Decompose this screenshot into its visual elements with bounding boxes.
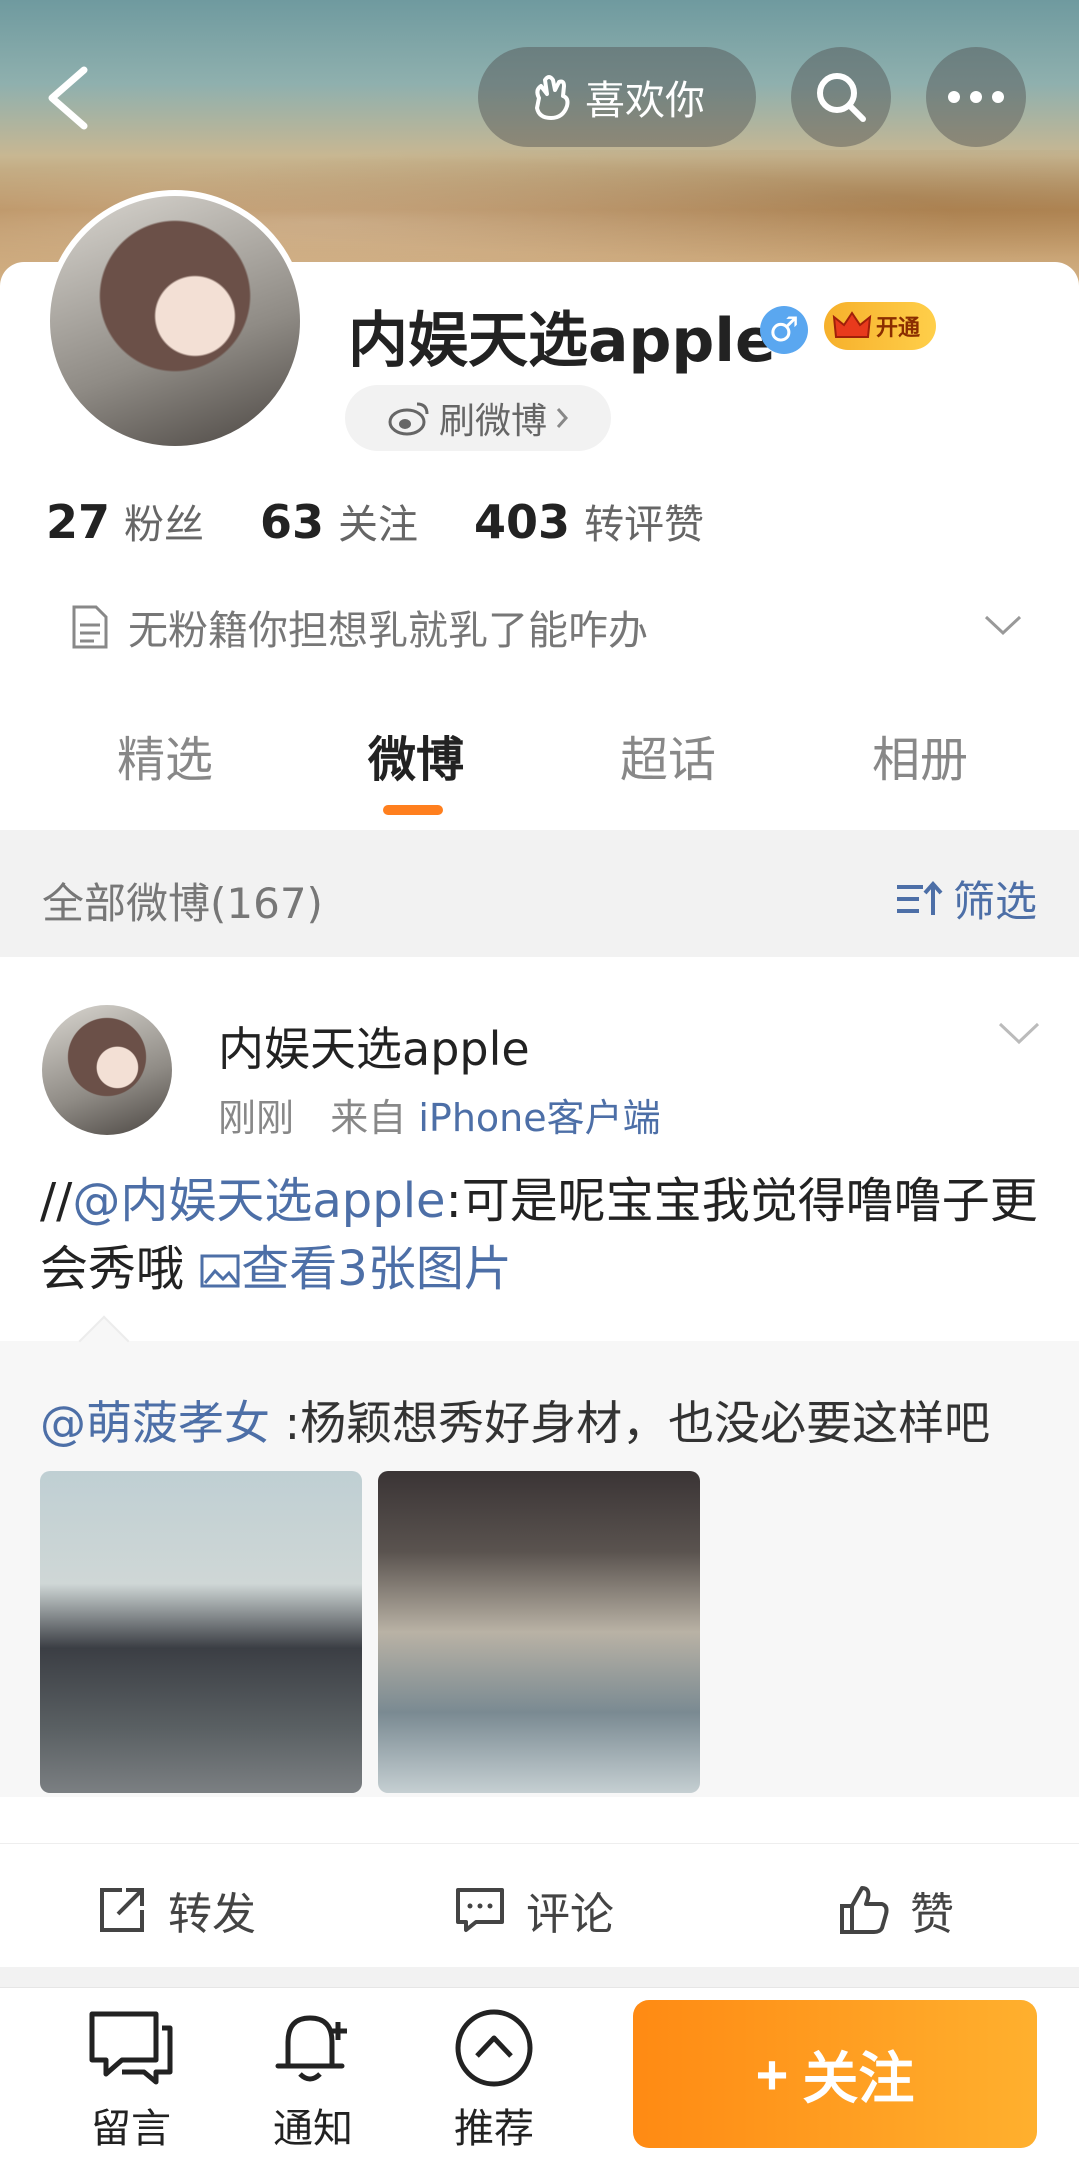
image-icon	[200, 1254, 240, 1288]
post-image[interactable]	[40, 1471, 362, 1793]
follow-label: 关注	[802, 2046, 915, 2110]
tab-featured[interactable]: 精选	[117, 720, 213, 790]
view-images-label: 查看3张图片	[241, 1241, 512, 1297]
profile-stats: 27 粉丝 63 关注 403 转评赞	[46, 492, 704, 550]
shua-weibo-label: 刷微博	[438, 401, 547, 442]
repost-button[interactable]: 转发	[96, 1878, 256, 1942]
message-button[interactable]: 留言	[71, 2008, 191, 2154]
chevron-up-circle-icon	[455, 2009, 533, 2087]
notify-label: 通知	[273, 2106, 353, 2152]
repost-body: :杨颖想秀好身材，也没必要这样吧	[270, 1396, 991, 1450]
bio-row[interactable]: 无粉籍你担想乳就乳了能咋办	[70, 598, 648, 656]
chevron-down-icon[interactable]	[982, 612, 1024, 638]
profile-name: 内娱天选apple	[348, 306, 776, 376]
comment-icon	[456, 1888, 504, 1932]
notify-button[interactable]: 通知	[253, 2008, 373, 2154]
hand-icon	[535, 75, 570, 120]
post-mention[interactable]: @内娱天选apple	[72, 1173, 445, 1229]
bottom-bar: 留言 通知 推荐 + 关注	[0, 1987, 1079, 2160]
post-actions: 转发 评论 赞	[0, 1843, 1079, 1967]
post-text: //@内娱天选apple:可是呢宝宝我觉得噜噜子更会秀哦 查看3张图片	[40, 1167, 1050, 1303]
bio-text: 无粉籍你担想乳就乳了能咋办	[128, 608, 648, 654]
view-images-link[interactable]: 查看3张图片	[199, 1241, 512, 1297]
stat-number: 27	[46, 495, 111, 549]
like-you-button[interactable]: 喜欢你	[478, 47, 756, 147]
tab-super-topic[interactable]: 超话	[620, 720, 716, 790]
like-button[interactable]: 赞	[838, 1878, 954, 1942]
post-image[interactable]	[378, 1471, 700, 1793]
recommend-label: 推荐	[454, 2106, 534, 2152]
repost-label: 转发	[168, 1889, 256, 1940]
stat-number: 63	[260, 495, 325, 549]
message-label: 留言	[91, 2106, 171, 2152]
like-you-label: 喜欢你	[585, 78, 705, 124]
stat-interactions[interactable]: 403 转评赞	[474, 492, 704, 550]
divider	[0, 1967, 1079, 1987]
back-button[interactable]	[40, 62, 100, 134]
follow-button[interactable]: + 关注	[633, 2000, 1037, 2148]
chevron-down-icon[interactable]	[996, 1019, 1042, 1047]
repost-text: @萌菠孝女 :杨颖想秀好身材，也没必要这样吧	[40, 1387, 990, 1453]
post-source[interactable]: iPhone客户端	[418, 1096, 660, 1140]
more-button[interactable]	[926, 47, 1026, 147]
tab-album[interactable]: 相册	[872, 720, 968, 790]
vip-badge[interactable]: 开通	[824, 302, 936, 350]
profile-page: 喜欢你 内娱天选apple ♂ 开通 刷微博 27 粉丝 63 关注 403 转…	[0, 0, 1079, 2160]
repost-notch	[78, 1315, 130, 1367]
back-arrow-icon	[48, 66, 88, 130]
recommend-button[interactable]: 推荐	[434, 2008, 554, 2154]
stat-label: 关注	[338, 502, 419, 548]
crown-icon	[832, 311, 872, 338]
stat-label: 粉丝	[124, 502, 205, 548]
avatar[interactable]	[44, 190, 306, 452]
profile-tabs: 精选 微博 超话 相册	[0, 720, 1079, 830]
like-label: 赞	[910, 1889, 954, 1940]
stat-following[interactable]: 63 关注	[260, 492, 418, 550]
post-text-prefix: //	[40, 1173, 73, 1229]
post-avatar[interactable]	[42, 1005, 172, 1135]
filter-icon	[897, 880, 943, 915]
search-button[interactable]	[791, 47, 891, 147]
vip-label: 开通	[876, 316, 921, 341]
search-icon	[817, 73, 866, 122]
post-meta: 刚刚 来自 iPhone客户端	[218, 1087, 661, 1142]
post-author[interactable]: 内娱天选apple	[218, 1013, 530, 1079]
shua-weibo-button[interactable]: 刷微博	[345, 385, 611, 451]
stat-number: 403	[474, 495, 571, 549]
tab-weibo[interactable]: 微博	[368, 720, 464, 790]
thumbs-up-icon	[840, 1886, 889, 1934]
document-icon	[72, 605, 108, 649]
comment-button[interactable]: 评论	[454, 1878, 614, 1942]
all-weibo-count: 全部微博(167)	[42, 879, 323, 928]
male-icon: ♂	[760, 306, 808, 354]
message-icon	[89, 2011, 173, 2085]
repost-block[interactable]: @萌菠孝女 :杨颖想秀好身材，也没必要这样吧	[0, 1315, 1079, 1797]
chevron-right-icon	[556, 408, 569, 428]
filter-bar: 全部微博(167) 筛选	[0, 830, 1079, 957]
active-tab-indicator	[383, 805, 443, 815]
plus-icon: +	[755, 2042, 789, 2106]
comment-label: 评论	[526, 1889, 614, 1940]
post-from-prefix: 来自	[330, 1096, 407, 1140]
filter-button[interactable]: 筛选	[895, 868, 1037, 929]
share-icon	[100, 1888, 144, 1932]
more-icon	[948, 91, 1004, 103]
stat-followers[interactable]: 27 粉丝	[46, 492, 204, 550]
repost-mention[interactable]: @萌菠孝女	[40, 1396, 270, 1450]
post-time: 刚刚	[218, 1096, 295, 1140]
stat-label: 转评赞	[584, 502, 705, 548]
weibo-logo-icon	[388, 402, 429, 436]
filter-label: 筛选	[953, 877, 1038, 926]
bell-icon	[275, 2015, 347, 2082]
